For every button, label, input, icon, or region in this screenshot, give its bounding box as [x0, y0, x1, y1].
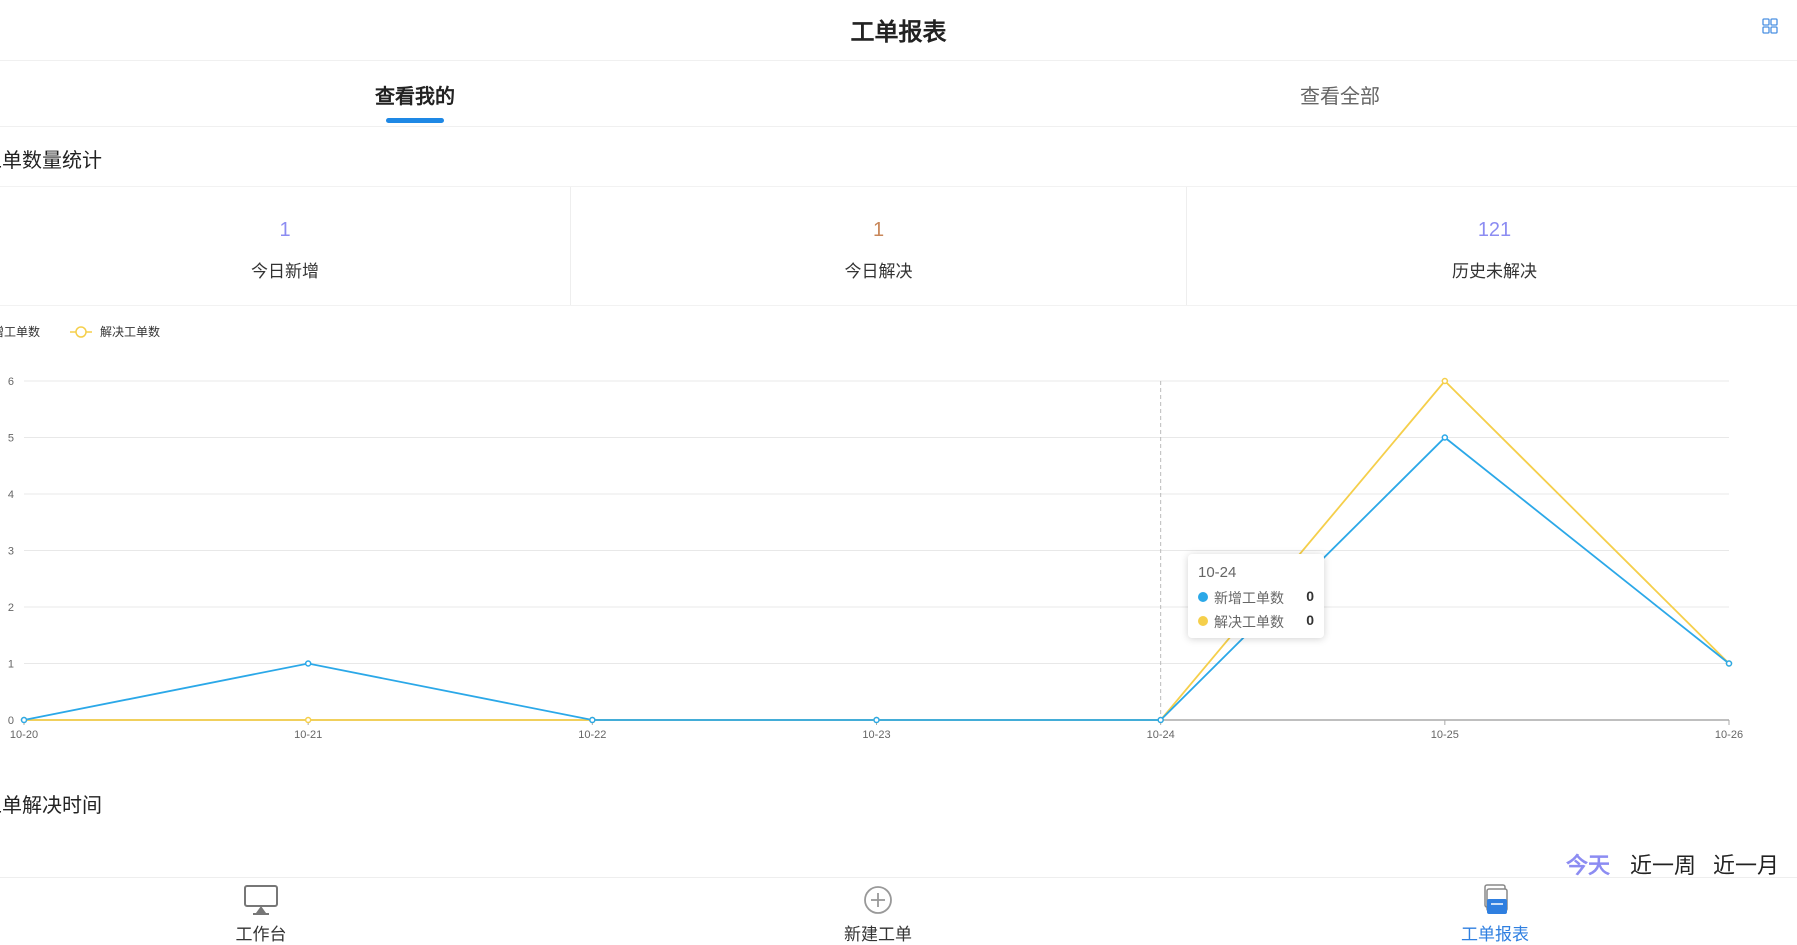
data-point: [20, 716, 28, 724]
stat-label: 今日新增: [251, 262, 319, 281]
data-point: [1725, 660, 1733, 667]
x-tick-label: 10-20: [10, 729, 38, 741]
grid-icon[interactable]: [1762, 18, 1778, 34]
report-icon: [1484, 884, 1508, 914]
view-tabs: 查看我的 查看全部: [0, 60, 1797, 127]
y-tick-label: 2: [8, 602, 14, 614]
legend-circle-icon: [75, 326, 87, 338]
nav-item-workbench[interactable]: 工作台: [161, 878, 361, 945]
data-point: [304, 716, 312, 724]
tooltip-series-value: 0: [1306, 588, 1314, 604]
stat-today-new: 1 今日新增: [0, 187, 570, 305]
data-point: [1441, 377, 1449, 385]
resolve-time-section-title: 工单解决时间: [0, 795, 102, 817]
y-tick-label: 6: [8, 376, 14, 388]
x-tick-label: 10-22: [578, 729, 606, 741]
monitor-icon: [244, 885, 278, 915]
count-section-title: 工单数量统计: [0, 150, 102, 172]
data-point: [589, 716, 596, 724]
tooltip-title: 10-24: [1198, 564, 1237, 581]
series-line: [23, 436, 1730, 721]
header: 工单报表: [0, 0, 1797, 61]
plus-circle-icon: [864, 886, 892, 914]
y-tick-label: 3: [8, 546, 14, 558]
stat-value: 1: [872, 219, 885, 241]
range-tab-week[interactable]: 近一周: [1630, 848, 1696, 880]
tooltip-row: 解决工单数 0: [1198, 611, 1314, 631]
legend-label: 新增工单数: [0, 324, 40, 339]
chart-tooltip: 10-24 新增工单数 0 解决工单数 0: [1188, 554, 1324, 638]
series-dot-icon: [1198, 592, 1208, 602]
nav-item-new-ticket[interactable]: 新建工单: [778, 878, 978, 945]
y-tick-label: 1: [8, 659, 14, 671]
y-tick-label: 0: [8, 715, 14, 727]
data-point: [304, 660, 312, 667]
y-tick-label: 4: [8, 489, 14, 501]
x-tick-label: 10-21: [294, 729, 322, 741]
nav-label: 工作台: [235, 925, 287, 944]
tooltip-row: 新增工单数 0: [1198, 587, 1314, 607]
x-tick-label: 10-25: [1431, 729, 1459, 741]
tooltip-series-name: 解决工单数: [1214, 614, 1284, 630]
tab-view-mine[interactable]: 查看我的: [375, 80, 455, 109]
range-tab-month[interactable]: 近一月: [1713, 848, 1779, 880]
stat-today-resolved: 1 今日解决: [570, 187, 1187, 305]
bottom-nav: 工作台 新建工单 工单报表: [0, 877, 1797, 945]
tooltip-series-value: 0: [1306, 612, 1314, 628]
tab-view-all[interactable]: 查看全部: [1300, 80, 1380, 109]
active-tab-indicator: [386, 118, 444, 123]
page-title: 工单报表: [850, 19, 947, 46]
stats-panel: 1 今日新增 1 今日解决 121 历史未解决: [0, 186, 1797, 306]
stat-history-unresolved: 121 历史未解决: [1186, 187, 1797, 305]
data-point: [873, 716, 880, 724]
x-tick-label: 10-23: [862, 729, 890, 741]
x-tick-label: 10-24: [1147, 729, 1175, 741]
nav-label: 新建工单: [844, 925, 912, 944]
stat-value: 1: [279, 219, 291, 241]
range-tab-today[interactable]: 今天: [1566, 848, 1610, 880]
series-dot-icon: [1198, 616, 1208, 626]
tooltip-series-name: 新增工单数: [1214, 590, 1284, 606]
nav-label: 工单报表: [1461, 925, 1529, 944]
data-point: [1157, 716, 1164, 724]
y-tick-label: 5: [8, 433, 14, 445]
ticket-count-line-chart[interactable]: 0 1 2 3 4 5 6 10-20 10-21 10-22 10-23 10-24 10-25 10-…: [0, 315, 1797, 755]
legend-label: 解决工单数: [100, 324, 160, 339]
stat-label: 历史未解决: [1452, 262, 1537, 281]
nav-item-ticket-report[interactable]: 工单报表: [1395, 878, 1595, 945]
data-point: [1441, 434, 1449, 441]
stat-value: 121: [1477, 219, 1512, 241]
x-tick-label: 10-26: [1715, 729, 1743, 741]
stat-label: 今日解决: [844, 262, 913, 281]
